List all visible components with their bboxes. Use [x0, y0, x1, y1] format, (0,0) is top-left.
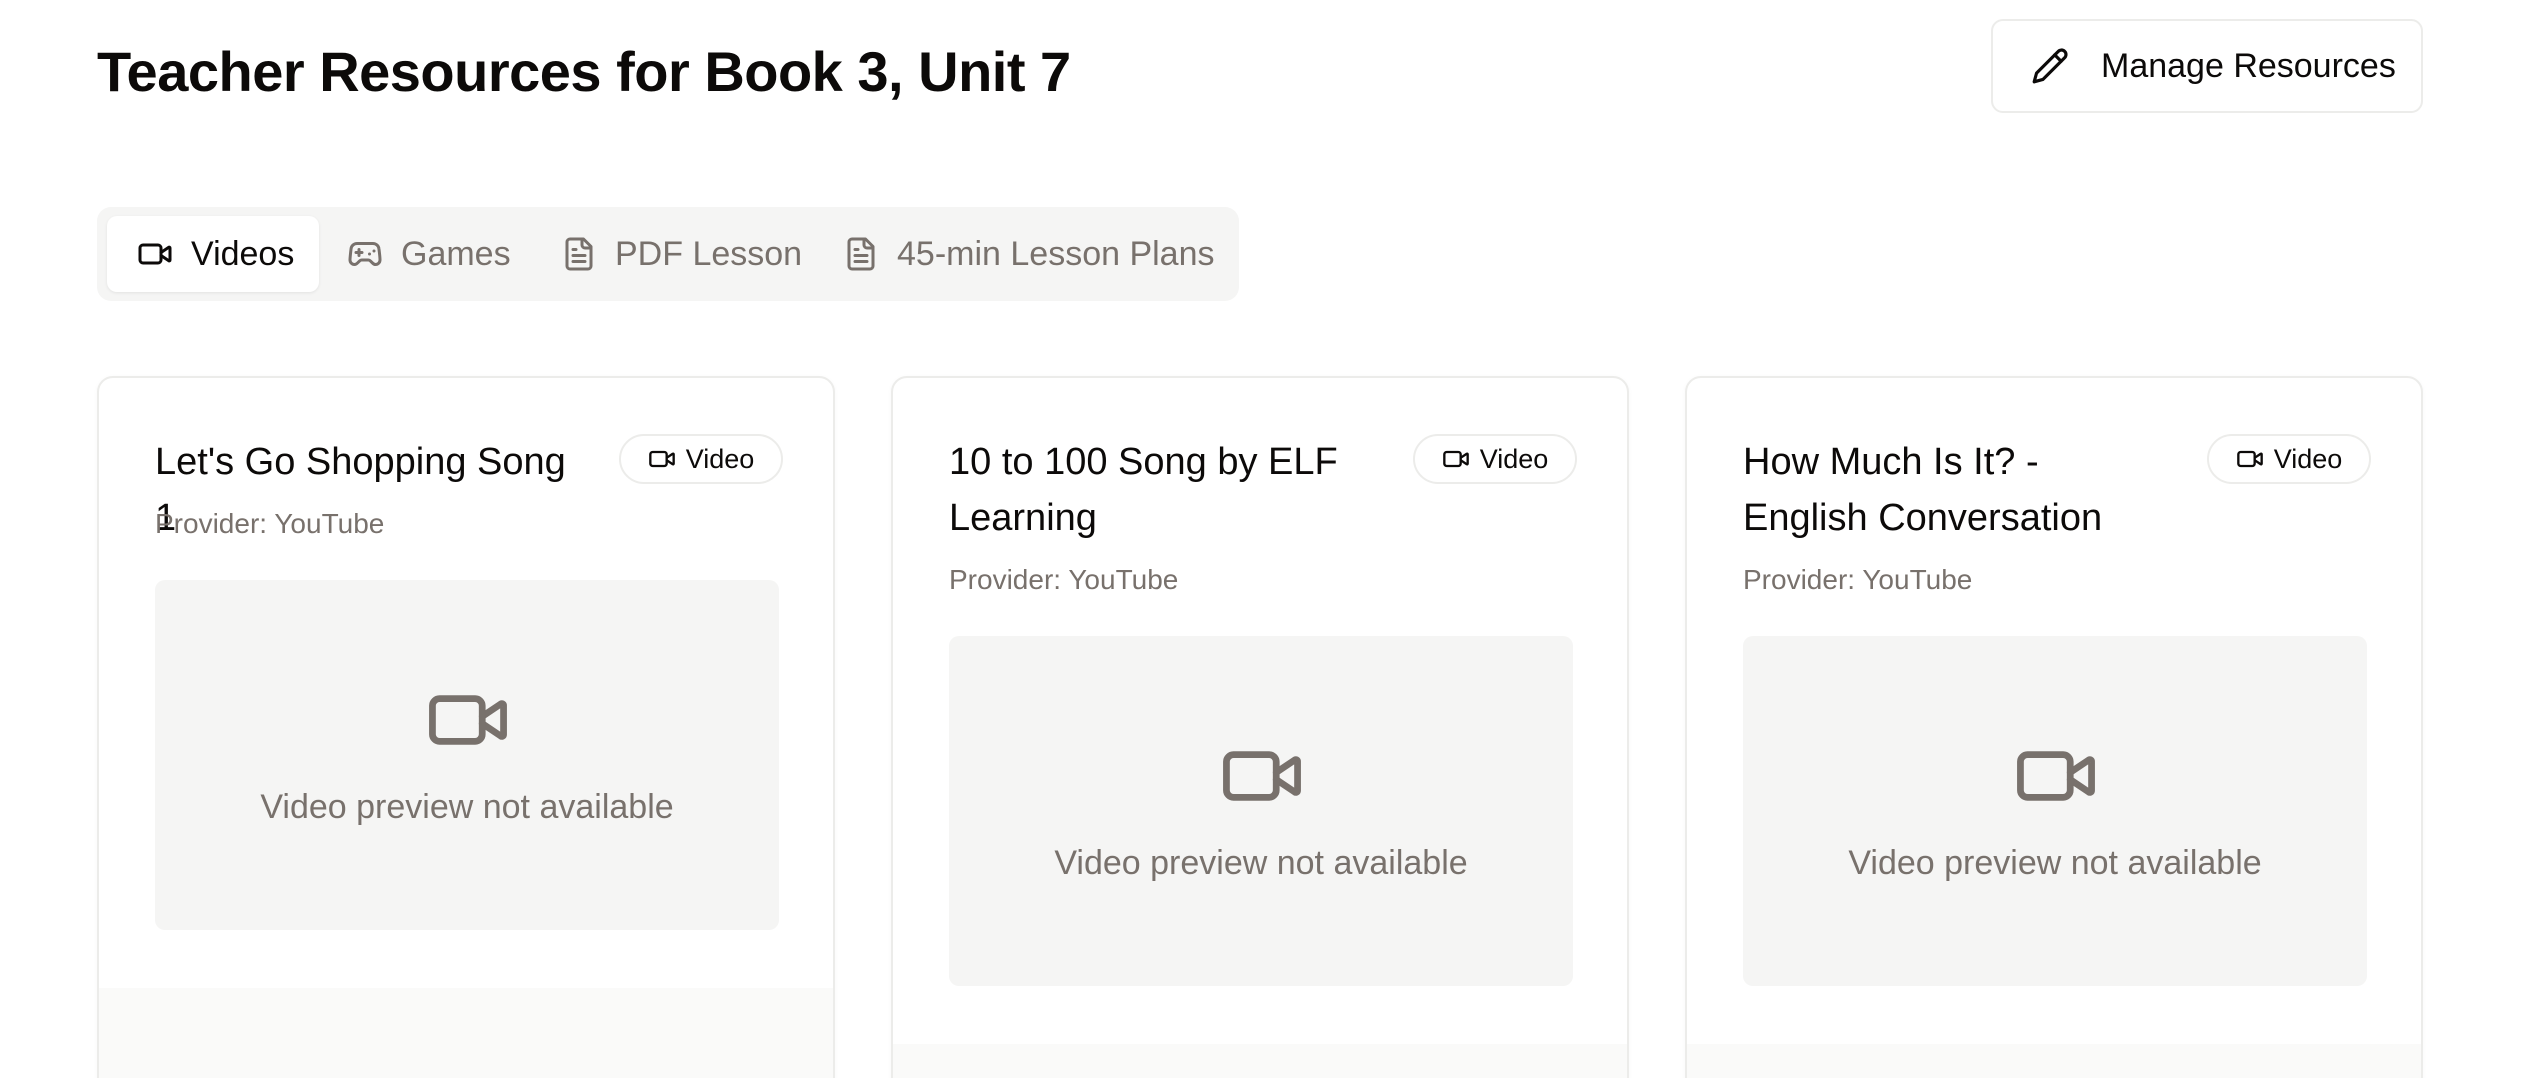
video-preview-placeholder[interactable]: Video preview not available [1743, 636, 2367, 986]
video-icon [648, 450, 675, 468]
video-preview-placeholder[interactable]: Video preview not available [949, 636, 1573, 986]
gamepad-icon [348, 242, 382, 266]
video-icon [1442, 450, 1469, 468]
page-title: Teacher Resources for Book 3, Unit 7 [97, 40, 1071, 103]
resource-card[interactable]: How Much Is It? - English Conversation V… [1685, 376, 2423, 1078]
tab-videos[interactable]: Videos [107, 216, 319, 292]
badge-label: Video [1479, 443, 1549, 474]
provider-text: Provider: YouTube [1743, 564, 1973, 595]
preview-unavailable-text: Video preview not available [1848, 844, 2262, 882]
page: Teacher Resources for Book 3, Unit 7 Man… [0, 0, 2532, 1078]
resource-card[interactable]: 10 to 100 Song by ELF Learning Video Pro… [891, 376, 1629, 1078]
card-title: How Much Is It? - English Conversation [1743, 441, 2103, 539]
resource-tabs: Videos Games PDF Lesson 45-min Lesson Pl… [97, 207, 1239, 301]
card-footer [893, 1044, 1627, 1078]
card-title: 10 to 100 Song by ELF Learning [949, 441, 1338, 539]
video-preview-placeholder[interactable]: Video preview not available [155, 580, 779, 930]
tab-games-label: Games [401, 234, 511, 273]
provider-text: Provider: YouTube [155, 508, 385, 539]
preview-unavailable-text: Video preview not available [1054, 844, 1468, 882]
badge-label: Video [685, 443, 755, 474]
card-footer [99, 988, 833, 1078]
video-badge: Video [2207, 434, 2371, 484]
tab-videos-label: Videos [191, 234, 295, 273]
video-icon [2236, 450, 2263, 468]
video-icon [1223, 751, 1301, 801]
preview-unavailable-text: Video preview not available [260, 788, 674, 826]
tab-lesson-plans[interactable]: 45-min Lesson Plans [843, 216, 1215, 292]
manage-resources-label: Manage Resources [2101, 46, 2396, 85]
tab-pdf-lesson[interactable]: PDF Lesson [561, 216, 802, 292]
resource-card[interactable]: Let's Go Shopping Song 1 Video Provider:… [97, 376, 835, 1078]
manage-resources-button[interactable]: Manage Resources [1991, 19, 2423, 113]
badge-label: Video [2273, 443, 2343, 474]
provider-text: Provider: YouTube [949, 564, 1179, 595]
video-icon [2017, 751, 2095, 801]
video-badge: Video [1413, 434, 1577, 484]
tab-pdf-lesson-label: PDF Lesson [615, 234, 803, 273]
card-footer [1687, 1044, 2421, 1078]
video-icon [138, 243, 172, 265]
video-badge: Video [619, 434, 783, 484]
file-text-icon [565, 237, 593, 271]
file-text-icon [847, 237, 875, 271]
tab-lesson-plans-label: 45-min Lesson Plans [897, 234, 1215, 273]
pencil-icon [2032, 48, 2068, 84]
video-icon [429, 695, 507, 745]
tab-games[interactable]: Games [347, 216, 511, 292]
